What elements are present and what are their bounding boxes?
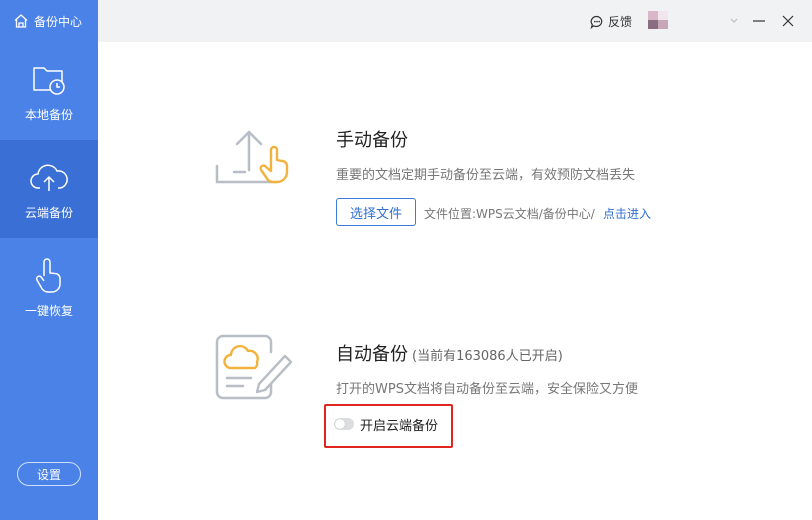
sidebar-item-label: 一键恢复 [24, 303, 73, 318]
avatar[interactable] [648, 11, 668, 29]
app-title: 备份中心 [34, 14, 83, 29]
folder-clock-icon [30, 60, 68, 98]
main-content: 手动备份 重要的文档定期手动备份至云端，有效预防文档丢失 选择文件 文件位置:W… [98, 42, 812, 520]
sidebar-item-cloud-backup[interactable]: 云端备份 [0, 140, 98, 238]
manual-upload-icon [215, 126, 293, 194]
sidebar: 备份中心 本地备份 云端备份 一键恢复 设置 [0, 0, 98, 520]
sidebar-item-local-backup[interactable]: 本地备份 [0, 42, 98, 140]
choose-file-button[interactable]: 选择文件 [336, 198, 416, 226]
sidebar-item-label: 云端备份 [24, 205, 73, 220]
chat-bubble-icon [590, 15, 603, 29]
auto-backup-document-icon [215, 332, 295, 408]
minimize-icon [753, 20, 765, 22]
feedback-button[interactable]: 反馈 [590, 13, 632, 30]
file-location-text: 文件位置:WPS云文档/备份中心/ [424, 207, 595, 221]
home-icon [14, 14, 28, 28]
cloud-backup-toggle-label[interactable]: 开启云端备份 [360, 415, 438, 434]
feedback-label: 反馈 [608, 15, 633, 29]
sidebar-item-one-click-restore[interactable]: 一键恢复 [0, 238, 98, 336]
chevron-down-icon[interactable] [724, 11, 744, 31]
app-brand: 备份中心 [0, 0, 98, 42]
manual-backup-description: 重要的文档定期手动备份至云端，有效预防文档丢失 [336, 168, 636, 183]
close-button[interactable] [778, 11, 798, 31]
cloud-upload-icon [30, 158, 68, 196]
open-location-link[interactable]: 点击进入 [603, 205, 651, 222]
title-bar: 反馈 [98, 0, 812, 42]
auto-backup-description: 打开的WPS文档将自动备份至云端，安全保险又方便 [336, 382, 638, 397]
sidebar-item-label: 本地备份 [24, 107, 73, 122]
manual-backup-title: 手动备份 [336, 130, 408, 151]
auto-backup-heading: 自动备份 (当前有163086人已开启) [336, 340, 563, 366]
minimize-button[interactable] [749, 11, 769, 31]
auto-backup-title: 自动备份 [336, 344, 408, 365]
hand-tap-icon [30, 256, 68, 294]
toggle-knob [335, 419, 345, 429]
backup-center-window: 备份中心 本地备份 云端备份 一键恢复 设置 反馈 手动备份 重要的文档定期手动… [0, 0, 812, 520]
cloud-backup-toggle[interactable] [334, 418, 354, 430]
auto-backup-user-count: (当前有163086人已开启) [412, 349, 563, 364]
close-icon [782, 15, 794, 27]
settings-button[interactable]: 设置 [17, 462, 81, 486]
